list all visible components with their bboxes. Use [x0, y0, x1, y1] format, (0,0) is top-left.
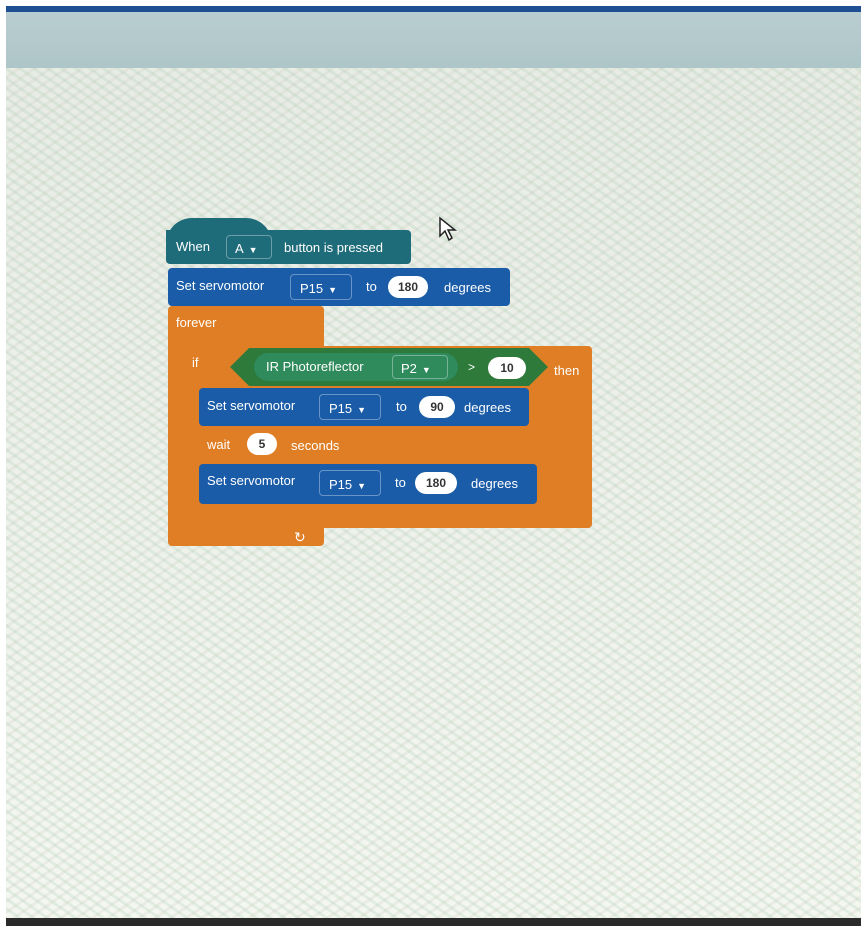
servo-pin-dropdown[interactable]: P15 ▼: [319, 470, 381, 496]
button-pressed-label: button is pressed: [284, 240, 384, 255]
when-button-pressed-block[interactable]: When A ▼ button is pressed: [166, 230, 411, 264]
forever-label: forever: [176, 315, 217, 330]
set-servomotor-label: Set servomotor: [207, 473, 296, 488]
set-servomotor-block-2[interactable]: Set servomotor P15 ▼ to 90 degrees: [199, 388, 529, 426]
angle-input[interactable]: 90: [419, 396, 455, 418]
wait-seconds-block[interactable]: wait 5 seconds: [199, 428, 357, 460]
servo-pin-dropdown[interactable]: P15 ▼: [290, 274, 352, 300]
chevron-down-icon: ▼: [357, 405, 367, 415]
set-servomotor-label: Set servomotor: [207, 398, 296, 413]
button-option-label: A: [235, 241, 244, 256]
servo-pin-label: P15: [300, 281, 324, 296]
chevron-down-icon: ▼: [357, 481, 367, 491]
operator-label: >: [468, 360, 476, 374]
degrees-label: degrees: [444, 280, 491, 295]
sensor-label: IR Photoreflector: [266, 359, 364, 374]
ir-photoreflector-block[interactable]: IR Photoreflector P2 ▼: [254, 353, 458, 381]
degrees-label: degrees: [471, 476, 518, 491]
angle-input[interactable]: 180: [388, 276, 428, 298]
threshold-input[interactable]: 10: [488, 357, 526, 379]
chevron-down-icon: ▼: [328, 285, 338, 295]
sensor-pin-dropdown[interactable]: P2 ▼: [392, 355, 448, 379]
set-servomotor-label: Set servomotor: [176, 278, 265, 293]
wait-label: wait: [207, 437, 231, 452]
screen-bottom-edge: [6, 918, 861, 926]
wait-value-input[interactable]: 5: [247, 433, 277, 455]
angle-input[interactable]: 180: [415, 472, 457, 494]
seconds-label: seconds: [291, 438, 340, 453]
servo-pin-label: P15: [329, 477, 353, 492]
if-label: if: [192, 355, 199, 370]
loop-arrow-icon: ↻: [294, 529, 306, 545]
to-label: to: [395, 475, 406, 490]
servo-pin-dropdown[interactable]: P15 ▼: [319, 394, 381, 420]
button-select-dropdown[interactable]: A ▼: [226, 235, 272, 259]
editor-header: [6, 12, 861, 69]
servo-pin-label: P15: [329, 401, 353, 416]
set-servomotor-block-1[interactable]: Set servomotor P15 ▼ to 180 degrees: [168, 268, 510, 306]
then-label: then: [554, 363, 580, 378]
when-label: When: [176, 239, 210, 254]
chevron-down-icon: ▼: [421, 365, 431, 375]
to-label: to: [366, 279, 377, 294]
set-servomotor-block-3[interactable]: Set servomotor P15 ▼ to 180 degrees: [199, 464, 537, 504]
to-label: to: [396, 399, 407, 414]
sensor-pin-label: P2: [401, 361, 417, 376]
chevron-down-icon: ▼: [248, 245, 258, 255]
degrees-label: degrees: [464, 400, 511, 415]
arrow-cursor-icon: [439, 216, 458, 242]
